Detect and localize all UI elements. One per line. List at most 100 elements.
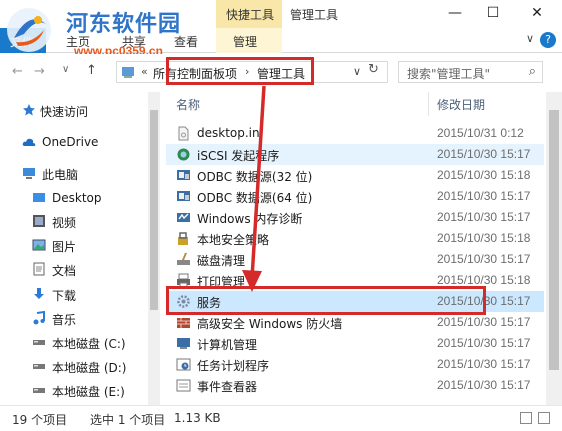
help-icon[interactable]: ?	[540, 32, 556, 48]
sidebar-item-drive-e[interactable]: 本地磁盘 (E:)	[0, 380, 140, 400]
firewall-icon	[177, 318, 190, 328]
file-name: 计算机管理	[197, 338, 258, 352]
file-date: 2015/10/30 15:17	[437, 357, 531, 371]
large-icons-view-icon[interactable]	[538, 412, 550, 424]
computer-icon	[23, 168, 35, 179]
memory-diagnostic-icon	[177, 213, 190, 222]
file-date: 2015/10/30 15:17	[437, 315, 531, 329]
odbc-icon	[177, 191, 190, 201]
file-name: ODBC 数据源(64 位)	[197, 191, 313, 205]
file-date: 2015/10/30 15:18	[437, 231, 531, 245]
list-item[interactable]: desktop.ini 2015/10/31 0:12	[166, 123, 544, 144]
sidebar-item-documents[interactable]: 文档	[0, 259, 140, 279]
file-name: ODBC 数据源(32 位)	[197, 170, 313, 184]
list-item[interactable]: iSCSI 发起程序 2015/10/30 15:17	[166, 144, 544, 165]
forward-icon[interactable]: →	[34, 64, 45, 79]
sidebar-item-onedrive[interactable]: OneDrive	[0, 132, 140, 152]
search-placeholder: 搜索"管理工具"	[407, 67, 491, 81]
task-scheduler-icon	[176, 358, 191, 371]
sidebar-item-label: 此电脑	[42, 168, 79, 182]
file-name: desktop.ini	[197, 126, 263, 140]
item-count: 19 个项目	[12, 413, 68, 427]
annotation-box-breadcrumb	[166, 57, 314, 85]
back-icon[interactable]: ←	[12, 64, 23, 79]
documents-folder-icon	[33, 262, 45, 276]
sidebar-item-label: 本地磁盘 (C:)	[52, 337, 126, 351]
close-button[interactable]: ✕	[522, 2, 552, 24]
file-date: 2015/10/30 15:17	[437, 252, 531, 266]
selection-count: 选中 1 个项目	[90, 413, 166, 427]
window-title: 管理工具	[290, 8, 339, 22]
sidebar-item-drive-c[interactable]: 本地磁盘 (C:)	[0, 332, 140, 352]
sidebar-item-downloads[interactable]: 下载	[0, 284, 140, 304]
list-item[interactable]: 计算机管理 2015/10/30 15:17	[166, 333, 544, 354]
file-list-scrollbar-thumb[interactable]	[549, 110, 559, 370]
selection-size: 1.13 KB	[174, 411, 221, 425]
sidebar-item-label: 音乐	[52, 313, 77, 327]
column-header-date[interactable]: 修改日期	[437, 96, 485, 113]
address-dropdown-icon[interactable]: ∨	[353, 65, 361, 78]
refresh-icon[interactable]: ↻	[368, 62, 379, 77]
ini-file-icon	[178, 126, 189, 141]
list-item[interactable]: 任务计划程序 2015/10/30 15:17	[166, 354, 544, 375]
list-item[interactable]: 本地安全策略 2015/10/30 15:18	[166, 228, 544, 249]
file-name: Windows 内存诊断	[197, 212, 303, 226]
breadcrumb-overflow-icon[interactable]: «	[141, 65, 148, 78]
list-item[interactable]: ODBC 数据源(32 位) 2015/10/30 15:18	[166, 165, 544, 186]
sidebar-item-label: 图片	[52, 240, 77, 254]
watermark-title: 河东软件园	[66, 12, 182, 37]
sidebar-item-label: 视频	[52, 216, 77, 230]
list-item[interactable]: ODBC 数据源(64 位) 2015/10/30 15:17	[166, 186, 544, 207]
details-view-icon[interactable]	[520, 412, 532, 424]
maximize-button[interactable]: ☐	[478, 2, 508, 24]
drive-icon	[33, 388, 45, 393]
up-icon[interactable]: ↑	[86, 63, 97, 78]
file-date: 2015/10/30 15:18	[437, 168, 531, 182]
context-tab-tools[interactable]: 快捷工具	[216, 0, 282, 28]
tab-manage[interactable]: 管理	[233, 33, 257, 50]
sidebar-scrollbar-thumb[interactable]	[150, 110, 158, 310]
status-bar: 19 个项目 选中 1 个项目 1.13 KB	[0, 405, 562, 431]
sidebar-item-desktop[interactable]: Desktop	[0, 188, 140, 208]
sidebar-item-music[interactable]: 音乐	[0, 308, 140, 328]
file-date: 2015/10/31 0:12	[437, 126, 524, 140]
cloud-icon	[22, 138, 36, 146]
list-item[interactable]: 事件查看器 2015/10/30 15:17	[166, 375, 544, 396]
search-box[interactable]: 搜索"管理工具" ⌕	[398, 61, 543, 83]
sidebar-item-label: 本地磁盘 (E:)	[52, 385, 125, 399]
list-item[interactable]: 高级安全 Windows 防火墙 2015/10/30 15:17	[166, 312, 544, 333]
list-item[interactable]: 磁盘清理 2015/10/30 15:17	[166, 249, 544, 270]
sidebar-item-quick-access[interactable]: 快速访问	[0, 100, 140, 120]
event-viewer-icon	[176, 379, 191, 392]
sidebar-item-pictures[interactable]: 图片	[0, 235, 140, 255]
music-folder-icon	[33, 311, 45, 325]
sidebar-item-label: 文档	[52, 264, 77, 278]
file-date: 2015/10/30 15:17	[437, 147, 531, 161]
file-list: 名称 ^ 修改日期 desktop.ini 2015/10/31 0:12 iS…	[166, 92, 546, 405]
sidebar-item-label: 快速访问	[40, 105, 89, 119]
desktop-folder-icon	[33, 193, 45, 202]
search-icon[interactable]: ⌕	[529, 64, 536, 79]
computer-management-icon	[177, 338, 190, 349]
file-name: 事件查看器	[197, 380, 258, 394]
sidebar-item-videos[interactable]: 视频	[0, 211, 140, 231]
watermark-logo	[7, 8, 51, 52]
recent-locations-icon[interactable]: ∨	[62, 64, 69, 75]
list-item[interactable]: Windows 内存诊断 2015/10/30 15:17	[166, 207, 544, 228]
download-folder-icon	[34, 288, 44, 299]
iscsi-icon	[177, 148, 190, 161]
sidebar-item-label: OneDrive	[42, 135, 99, 149]
file-name: 高级安全 Windows 防火墙	[197, 317, 343, 331]
sidebar-item-label: 下载	[52, 289, 77, 303]
video-folder-icon	[33, 215, 45, 227]
collapse-ribbon-icon[interactable]: ∨	[526, 32, 534, 45]
sidebar-item-this-pc[interactable]: 此电脑	[0, 163, 140, 183]
security-policy-icon	[178, 232, 188, 245]
file-date: 2015/10/30 15:18	[437, 273, 531, 287]
column-divider[interactable]	[428, 92, 429, 116]
column-header-name[interactable]: 名称	[176, 96, 200, 113]
file-name: 任务计划程序	[197, 359, 270, 373]
annotation-box-services	[166, 286, 486, 315]
sidebar-item-drive-d[interactable]: 本地磁盘 (D:)	[0, 356, 140, 376]
minimize-button[interactable]: —	[440, 2, 470, 24]
